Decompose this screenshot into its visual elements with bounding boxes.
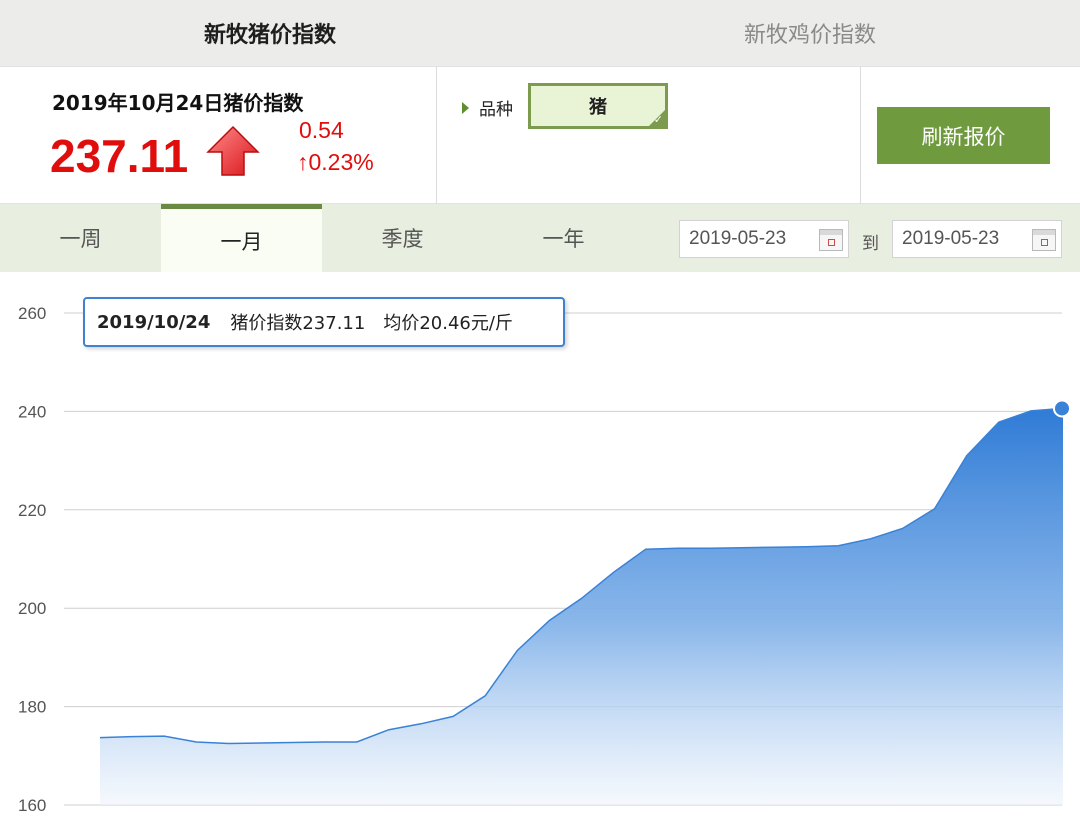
y-axis-tick-label: 180 [18,698,46,717]
tooltip-index: 猪价指数237.11 [230,313,366,334]
tooltip-average-price: 均价20.46元/斤 [383,313,513,334]
start-date-value: 2019-05-23 [689,228,787,249]
start-date-input[interactable]: 2019-05-23 [679,220,849,258]
period-tab-quarter[interactable]: 季度 [322,204,483,272]
calendar-icon[interactable] [1032,229,1056,251]
variety-label-text: 品种 [479,100,513,120]
tab-chicken-price-index[interactable]: 新牧鸡价指数 [540,0,1080,66]
y-axis-tick-label: 160 [18,796,46,815]
up-arrow-icon [206,125,260,176]
period-tab-week[interactable]: 一周 [0,204,161,272]
period-tab-month[interactable]: 一月 [161,204,322,272]
index-summary-panel: 2019年10月24日猪价指数 237.11 0.54 ↑0.23% 品种 猪 … [0,66,1080,205]
date-range-to-label: 到 [862,234,879,254]
y-axis-tick-label: 220 [18,501,46,520]
check-icon: ✓ [653,113,663,126]
variety-selected-value: 猪 [589,97,607,118]
change-percent: ↑0.23% [297,149,374,175]
end-date-input[interactable]: 2019-05-23 [892,220,1062,258]
refresh-quote-button[interactable]: 刷新报价 [877,107,1050,164]
price-area-fill [100,408,1063,805]
period-tab-year[interactable]: 一年 [483,204,644,272]
chart-tooltip: 2019/10/24 猪价指数237.11 均价20.46元/斤 [83,297,565,347]
y-axis-tick-label: 240 [18,402,46,421]
divider [860,67,861,205]
latest-data-point[interactable] [1053,399,1071,418]
divider [436,67,437,205]
variety-select[interactable]: 猪 ✓ [528,83,668,129]
tooltip-date: 2019/10/24 [97,311,211,333]
y-axis-tick-label: 260 [18,304,46,323]
calendar-icon[interactable] [819,229,843,251]
variety-label: 品种 [462,95,513,120]
index-type-tabs: 新牧猪价指数 新牧鸡价指数 [0,0,1080,66]
price-index-chart: 160 180 200 220 240 260 [18,304,1071,815]
triangle-bullet-icon [462,101,469,114]
index-date-title: 2019年10月24日猪价指数 [52,91,304,115]
y-axis-tick-label: 200 [18,599,46,618]
end-date-value: 2019-05-23 [902,228,1000,249]
change-amount: 0.54 [299,117,344,143]
index-value: 237.11 [50,130,189,182]
period-selector: 一周 一月 季度 一年 2019-05-23 到 2019-05-23 [0,204,1080,272]
tab-pig-price-index[interactable]: 新牧猪价指数 [0,0,540,66]
